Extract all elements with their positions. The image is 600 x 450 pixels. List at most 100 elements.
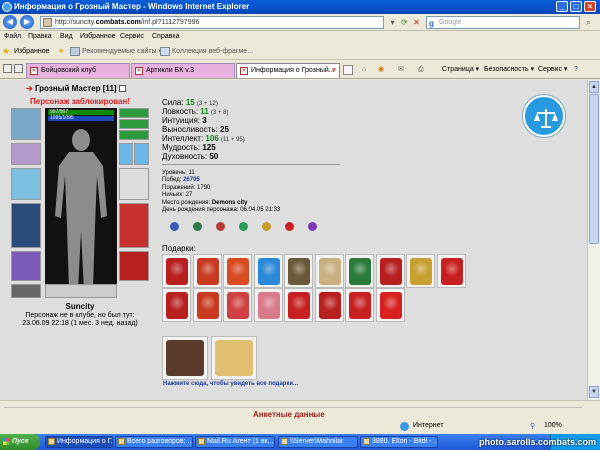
watermark: photo.sarolls.combats.com: [478, 437, 596, 447]
cloak-slot[interactable]: [11, 251, 41, 281]
quick-tabs-icon[interactable]: [3, 64, 12, 73]
menu-help[interactable]: Справка: [152, 31, 179, 43]
close-tab-icon[interactable]: ×: [332, 64, 336, 78]
taskbar-button[interactable]: Mail.Ru Агент (1 вк...: [195, 436, 275, 448]
taskbar-button[interactable]: Всего разговоров: ...: [115, 436, 193, 448]
scroll-down-icon[interactable]: ▼: [589, 386, 599, 398]
refresh-icon[interactable]: ⟳: [399, 17, 410, 28]
gift-item[interactable]: [253, 254, 283, 288]
home-icon[interactable]: ⌂: [362, 61, 366, 79]
new-tab-button[interactable]: [343, 65, 353, 75]
address-input[interactable]: http://suncity.combats.com/inf.pl?111279…: [40, 16, 384, 29]
recommended-sites[interactable]: Рекомендуемые сайты ▾: [82, 43, 162, 60]
help-icon[interactable]: ?: [574, 61, 578, 79]
gift-item[interactable]: [211, 336, 257, 380]
gift-item[interactable]: [284, 254, 313, 288]
taskbar-button[interactable]: Информация о Г...: [45, 436, 113, 448]
gift-item[interactable]: [192, 254, 222, 288]
gift-item[interactable]: [345, 288, 374, 322]
gift-item[interactable]: [314, 254, 344, 288]
menu-tools[interactable]: Сервис: [120, 31, 144, 43]
medal-icon[interactable]: [262, 222, 271, 231]
gift-item[interactable]: [406, 254, 435, 288]
web-slice-gallery[interactable]: Коллекция веб-фрагме...: [172, 43, 253, 60]
address-row: ◀ ▶ http://suncity.combats.com/inf.pl?11…: [0, 14, 600, 31]
tab-character-info[interactable]: ✕ Информация о Грозный... ×: [236, 63, 340, 78]
gift-item[interactable]: [192, 288, 222, 322]
minimize-button[interactable]: _: [556, 1, 568, 12]
back-button[interactable]: ◀: [3, 15, 17, 29]
armor-slot[interactable]: [11, 203, 41, 248]
address-path: /inf.pl?1112797996: [140, 19, 200, 26]
menu-edit[interactable]: Правка: [28, 31, 52, 43]
forward-button[interactable]: ▶: [20, 15, 34, 29]
medal-icon[interactable]: [216, 222, 225, 231]
weapon-slot[interactable]: [11, 168, 41, 200]
zoom-icon[interactable]: ⚲: [530, 422, 535, 430]
clan-emblem-icon[interactable]: [523, 95, 565, 137]
taskbar-button[interactable]: 3880. Elton - Bitdi - ...: [360, 436, 438, 448]
more-gifts-link[interactable]: Нажмите сюда, чтобы увидеть все подарки.…: [163, 381, 298, 387]
ring-slot-3[interactable]: [119, 130, 149, 140]
boots-slot[interactable]: [119, 251, 149, 281]
search-input[interactable]: g Google: [426, 16, 580, 29]
zoom-level[interactable]: 100%: [544, 422, 562, 429]
gift-item[interactable]: [162, 254, 191, 288]
search-icon[interactable]: ⌕: [583, 17, 594, 28]
shield-slot[interactable]: [119, 168, 149, 200]
mail-icon[interactable]: ✉: [398, 61, 404, 79]
scroll-thumb[interactable]: [589, 94, 599, 244]
gift-item[interactable]: [345, 254, 374, 288]
ie-icon: [2, 2, 12, 12]
stat-spirituality: Духовность: 50: [162, 152, 219, 161]
medal-icon[interactable]: [170, 222, 179, 231]
vertical-scrollbar[interactable]: ▲ ▼: [587, 80, 600, 400]
stat-strength: Сила: 15 (3 + 12): [162, 98, 218, 107]
print-icon[interactable]: ⎙: [418, 61, 424, 79]
gift-item[interactable]: [284, 288, 313, 322]
gift-item[interactable]: [253, 288, 283, 322]
rune-slot[interactable]: [134, 143, 149, 165]
maximize-button[interactable]: □: [570, 1, 582, 12]
bracer-slot[interactable]: [11, 143, 41, 165]
ring-slot-2[interactable]: [119, 119, 149, 129]
dropdown-icon[interactable]: ▾: [387, 17, 398, 28]
ring-slot-1[interactable]: [119, 108, 149, 118]
medal-icon[interactable]: [308, 222, 317, 231]
start-button[interactable]: Пуск: [0, 434, 40, 450]
internet-zone-icon: [400, 422, 409, 431]
info-icon[interactable]: [118, 85, 126, 93]
scroll-up-icon[interactable]: ▲: [589, 81, 599, 93]
tools-menu[interactable]: Сервис ▾: [538, 61, 567, 79]
security-menu[interactable]: Безопасность ▾: [484, 61, 534, 79]
gift-item[interactable]: [162, 336, 208, 380]
gift-item[interactable]: [162, 288, 191, 322]
page-menu[interactable]: Страница ▾: [442, 61, 479, 79]
favorites-button[interactable]: Избранное: [14, 43, 49, 60]
tab-list-icon[interactable]: [14, 64, 23, 73]
medal-icon[interactable]: [239, 222, 248, 231]
tab-articles[interactable]: ✕ Артикли БК v.3: [131, 63, 235, 78]
belt-slot[interactable]: [11, 284, 41, 298]
menu-view[interactable]: Вид: [60, 31, 73, 43]
tab-fight-club[interactable]: ✕ Бойцовский клуб: [26, 63, 130, 78]
gift-item[interactable]: [223, 288, 252, 322]
gift-item[interactable]: [314, 288, 344, 322]
menu-favorites[interactable]: Избранное: [80, 31, 115, 43]
app-icon: [281, 438, 288, 445]
gift-item[interactable]: [375, 288, 405, 322]
feeds-icon[interactable]: ◉: [378, 61, 384, 79]
gift-item[interactable]: [223, 254, 252, 288]
medal-icon[interactable]: [285, 222, 294, 231]
gift-item[interactable]: [375, 254, 405, 288]
medal-icon[interactable]: [193, 222, 202, 231]
close-window-button[interactable]: ×: [584, 1, 596, 12]
add-favorite-icon[interactable]: ★: [58, 43, 64, 60]
taskbar-button[interactable]: \\Server\Mahnilar: [278, 436, 358, 448]
gloves-slot[interactable]: [119, 143, 133, 165]
stop-icon[interactable]: ✕: [411, 17, 422, 28]
helmet-slot[interactable]: [11, 108, 41, 140]
gift-item[interactable]: [436, 254, 466, 288]
pants-slot[interactable]: [119, 203, 149, 248]
menu-file[interactable]: Файл: [4, 31, 21, 43]
